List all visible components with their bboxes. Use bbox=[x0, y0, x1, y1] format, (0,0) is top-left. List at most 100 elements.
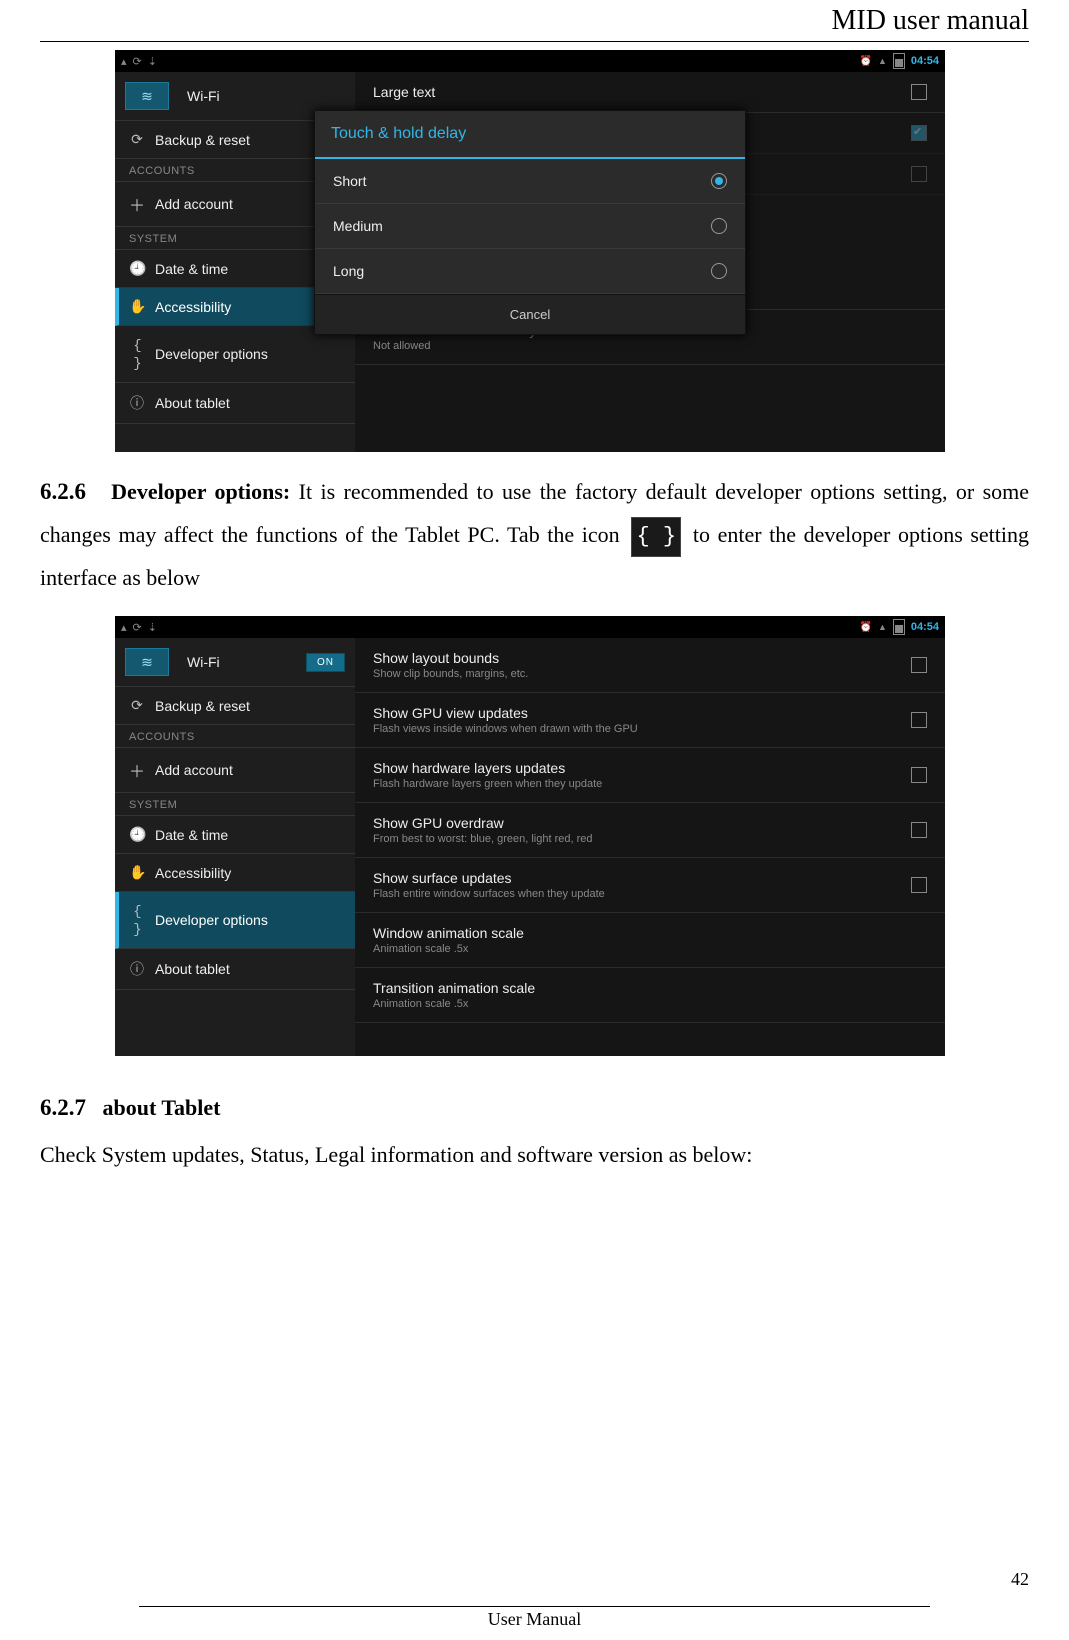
sidebar-header-accounts: ACCOUNTS bbox=[115, 725, 355, 748]
dialog-touch-hold-delay: Touch & hold delay Short Medium Long Can… bbox=[314, 110, 746, 335]
sync-icon: ⟳ bbox=[133, 621, 142, 634]
checkbox[interactable] bbox=[911, 84, 927, 100]
sidebar-item-about-tablet[interactable]: About tablet bbox=[115, 949, 355, 990]
section-number: 6.2.6 bbox=[40, 479, 86, 504]
paragraph-627-line1: 6.2.7 about Tablet bbox=[40, 1086, 1029, 1130]
checkbox[interactable] bbox=[911, 657, 927, 673]
checkbox-checked[interactable] bbox=[911, 125, 927, 141]
statusbar-left-icons: ▴ ⟳ ⇣ bbox=[121, 55, 157, 68]
paragraph-627-line2: Check System updates, Status, Legal info… bbox=[40, 1134, 1029, 1176]
sidebar-item-label: Date & time bbox=[155, 827, 228, 843]
radio-selected[interactable] bbox=[711, 173, 727, 189]
dialog-option-long[interactable]: Long bbox=[315, 249, 745, 294]
status-bar: ▴ ⟳ ⇣ 04:54 bbox=[115, 616, 945, 638]
wifi-tile-icon bbox=[125, 648, 169, 676]
sidebar-header-system: SYSTEM bbox=[115, 793, 355, 816]
setting-title: Show GPU overdraw bbox=[373, 815, 593, 831]
setting-subtitle: Animation scale .5x bbox=[373, 943, 524, 955]
setting-row[interactable]: Show hardware layers updatesFlash hardwa… bbox=[355, 748, 945, 803]
option-label: Short bbox=[333, 173, 366, 189]
page-number: 42 bbox=[1011, 1569, 1029, 1590]
dialog-option-short[interactable]: Short bbox=[315, 159, 745, 204]
download-icon: ⇣ bbox=[148, 621, 157, 634]
screenshot-developer-options: ▴ ⟳ ⇣ 04:54 Wi-Fi ON bbox=[115, 616, 945, 1056]
screenshot-accessibility-dialog: ▴ ⟳ ⇣ 04:54 Wi-Fi Backup & reset bbox=[115, 50, 945, 452]
setting-title: Show layout bounds bbox=[373, 650, 528, 666]
wifi-tile-icon bbox=[125, 82, 169, 110]
developer-options-icon: { } bbox=[631, 517, 681, 557]
backup-icon bbox=[129, 697, 145, 714]
wifi-on-toggle[interactable]: ON bbox=[306, 653, 345, 672]
header-title: MID user manual bbox=[40, 5, 1029, 37]
setting-subtitle: Show clip bounds, margins, etc. bbox=[373, 668, 528, 680]
setting-row[interactable]: Show surface updatesFlash entire window … bbox=[355, 858, 945, 913]
body-text: Check System updates, Status, Legal info… bbox=[40, 1142, 752, 1167]
radio[interactable] bbox=[711, 218, 727, 234]
battery-icon bbox=[893, 53, 905, 69]
sidebar-item-about-tablet[interactable]: About tablet bbox=[115, 383, 355, 424]
setting-title: Large text bbox=[373, 84, 435, 100]
setting-title: Show GPU view updates bbox=[373, 705, 638, 721]
setting-subtitle: Flash views inside windows when drawn wi… bbox=[373, 723, 638, 735]
sidebar-item-label: Developer options bbox=[155, 912, 268, 928]
paragraph-626: 6.2.6 Developer options: It is recommend… bbox=[40, 470, 1029, 598]
sidebar-item-wifi[interactable]: Wi-Fi ON bbox=[115, 638, 355, 687]
setting-title: Window animation scale bbox=[373, 925, 524, 941]
dialog-title: Touch & hold delay bbox=[315, 111, 745, 159]
footer-label: User Manual bbox=[488, 1609, 581, 1629]
checkbox[interactable] bbox=[911, 712, 927, 728]
setting-row[interactable]: Show GPU view updates Flash views inside … bbox=[355, 693, 945, 748]
wifi-signal-icon bbox=[878, 55, 887, 67]
plus-icon bbox=[129, 758, 145, 782]
alarm-icon bbox=[859, 55, 871, 67]
checkbox[interactable] bbox=[911, 877, 927, 893]
footer-rule bbox=[139, 1606, 930, 1607]
setting-subtitle: From best to worst: blue, green, light r… bbox=[373, 833, 593, 845]
braces-icon bbox=[129, 336, 145, 372]
setting-title: Show hardware layers updates bbox=[373, 760, 602, 776]
sidebar-item-label: Add account bbox=[155, 196, 233, 212]
option-label: Long bbox=[333, 263, 364, 279]
plus-icon bbox=[129, 192, 145, 216]
info-icon bbox=[129, 959, 145, 979]
sidebar-item-label: About tablet bbox=[155, 961, 230, 977]
setting-row[interactable]: Transition animation scaleAnimation scal… bbox=[355, 968, 945, 1023]
radio[interactable] bbox=[711, 263, 727, 279]
clock-icon bbox=[129, 260, 145, 277]
header-rule bbox=[40, 41, 1029, 42]
checkbox[interactable] bbox=[911, 767, 927, 783]
sidebar-item-label: Wi-Fi bbox=[187, 654, 220, 670]
section-heading: Developer options: bbox=[111, 479, 290, 504]
setting-subtitle: Flash entire window surfaces when they u… bbox=[373, 888, 605, 900]
sidebar-item-backup-reset[interactable]: Backup & reset bbox=[115, 687, 355, 725]
statusbar-left-icons: ▴ ⟳ ⇣ bbox=[121, 621, 157, 634]
setting-row[interactable]: Show GPU overdraw From best to worst: blu… bbox=[355, 803, 945, 858]
wifi-signal-icon bbox=[878, 621, 887, 633]
setting-row[interactable]: Window animation scale Animation scale .5… bbox=[355, 913, 945, 968]
checkbox[interactable] bbox=[911, 166, 927, 182]
sync-icon: ⟳ bbox=[133, 55, 142, 68]
setting-subtitle: Not allowed bbox=[373, 340, 536, 352]
sidebar-item-label: Developer options bbox=[155, 346, 268, 362]
setting-title: Transition animation scale bbox=[373, 980, 535, 996]
sidebar-item-label: Backup & reset bbox=[155, 132, 250, 148]
alarm-icon bbox=[859, 621, 871, 633]
sidebar-item-label: About tablet bbox=[155, 395, 230, 411]
checkbox[interactable] bbox=[911, 822, 927, 838]
section-number: 6.2.7 bbox=[40, 1095, 86, 1120]
setting-row-large-text[interactable]: Large text bbox=[355, 72, 945, 113]
sidebar-item-add-account[interactable]: Add account bbox=[115, 748, 355, 793]
sidebar-item-accessibility[interactable]: Accessibility bbox=[115, 854, 355, 892]
sidebar-item-label: Backup & reset bbox=[155, 698, 250, 714]
clock-icon bbox=[129, 826, 145, 843]
dialog-option-medium[interactable]: Medium bbox=[315, 204, 745, 249]
sidebar-item-developer-options[interactable]: Developer options bbox=[115, 892, 355, 949]
sidebar-item-label: Date & time bbox=[155, 261, 228, 277]
backup-icon bbox=[129, 131, 145, 148]
sidebar-item-label: Add account bbox=[155, 762, 233, 778]
setting-row[interactable]: Show layout bounds Show clip bounds, marg… bbox=[355, 638, 945, 693]
battery-icon bbox=[893, 619, 905, 635]
dialog-cancel-button[interactable]: Cancel bbox=[315, 294, 745, 334]
caret-up-icon: ▴ bbox=[121, 55, 127, 68]
sidebar-item-date-time[interactable]: Date & time bbox=[115, 816, 355, 854]
